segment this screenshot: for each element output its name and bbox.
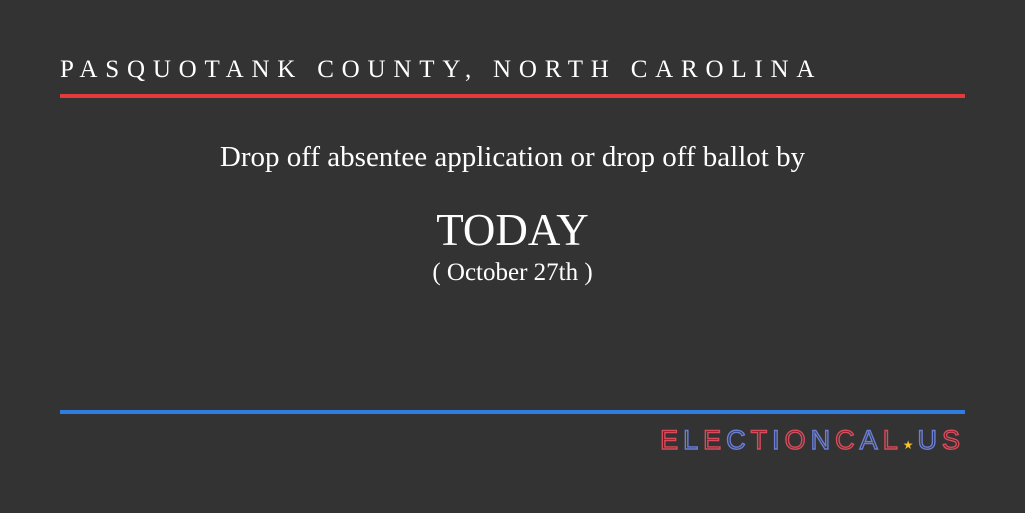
logo-letter: U bbox=[917, 424, 942, 455]
logo-letter: N bbox=[810, 424, 836, 455]
star-icon: ★ bbox=[902, 438, 914, 452]
county-title: PASQUOTANK COUNTY, NORTH CAROLINA bbox=[60, 56, 823, 83]
logo-letter: A bbox=[859, 424, 883, 455]
logo-letter: L bbox=[682, 424, 704, 455]
logo-letter: O bbox=[784, 424, 811, 455]
logo-letter: S bbox=[941, 424, 965, 455]
top-divider bbox=[60, 94, 965, 98]
logo-letter: C bbox=[834, 424, 860, 455]
deadline-text: TODAY bbox=[436, 205, 589, 255]
election-reminder-card: PASQUOTANK COUNTY, NORTH CAROLINA Drop o… bbox=[0, 0, 1025, 513]
logo-letter: E bbox=[659, 424, 684, 455]
logo-domain: US bbox=[917, 424, 965, 456]
deadline-date: ( October 27th ) bbox=[432, 259, 593, 286]
instruction-text: Drop off absentee application or drop of… bbox=[219, 141, 806, 173]
logo-letter: I bbox=[771, 424, 785, 455]
logo-letter: E bbox=[702, 424, 727, 455]
logo-letter: C bbox=[725, 424, 751, 455]
logo-wordmark: ELECTIONCAL bbox=[659, 424, 903, 456]
logo-letter: L bbox=[882, 424, 903, 455]
bottom-divider bbox=[60, 410, 965, 414]
electioncal-logo: ELECTIONCAL ★ US bbox=[659, 424, 965, 456]
logo-letter: T bbox=[750, 424, 773, 455]
